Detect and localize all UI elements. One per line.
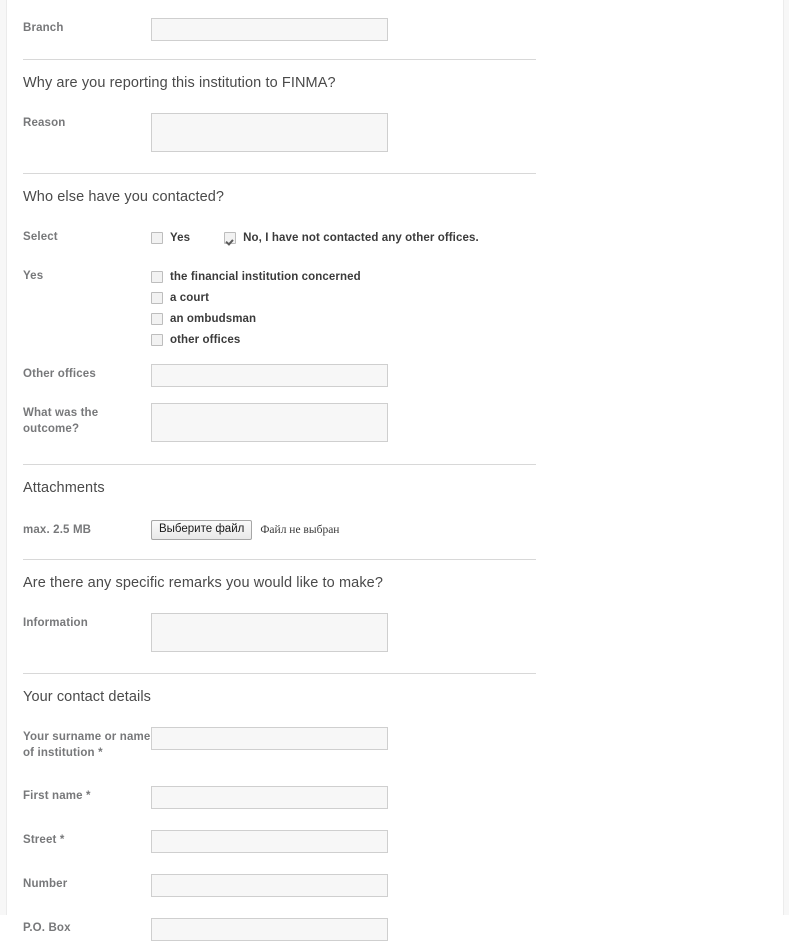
checkbox-option-court[interactable]: a court: [151, 287, 536, 308]
field-row-street: Street *: [23, 830, 536, 853]
checkbox-icon-no[interactable]: [224, 231, 237, 244]
surname-input[interactable]: [151, 727, 388, 750]
first-name-input[interactable]: [151, 786, 388, 809]
checkbox-label-no: No, I have not contacted any other offic…: [243, 231, 479, 244]
surname-control: [151, 727, 536, 750]
page-right-gutter: [783, 0, 789, 915]
other-offices-control: [151, 364, 536, 387]
street-label: Street *: [23, 834, 65, 846]
other-offices-label: Other offices: [23, 368, 96, 380]
separator-after-attachments: [23, 559, 536, 560]
field-row-reason: Reason: [23, 113, 536, 152]
form-page: Branch Why are you reporting this instit…: [0, 0, 789, 941]
separator-after-remarks: [23, 673, 536, 674]
yes-options-group: the financial institution concerned a co…: [151, 266, 536, 350]
reason-control: [151, 113, 536, 152]
section-heading-contacted: Who else have you contacted?: [23, 189, 225, 205]
checkbox-label-court: a court: [170, 291, 210, 304]
separator-after-contacted: [23, 464, 536, 465]
checkbox-option-other-offices[interactable]: other offices: [151, 329, 536, 350]
select-options-group: Yes No, I have not contacted any other o…: [151, 227, 536, 248]
field-row-yes-options: Yes the financial institution concerned …: [23, 266, 536, 350]
branch-input[interactable]: [151, 18, 388, 41]
number-label: Number: [23, 878, 68, 890]
checkbox-label-financial-institution: the financial institution concerned: [170, 270, 361, 283]
separator-after-branch: [23, 59, 536, 60]
field-row-first-name: First name *: [23, 786, 536, 809]
po-box-input[interactable]: [151, 918, 388, 941]
checkbox-label-ombudsman: an ombudsman: [170, 312, 257, 325]
other-offices-input[interactable]: [151, 364, 388, 387]
field-row-number: Number: [23, 874, 536, 897]
checkbox-icon-ombudsman[interactable]: [151, 312, 163, 325]
select-label: Select: [23, 231, 58, 243]
information-control: [151, 613, 536, 652]
outcome-label: What was the outcome?: [23, 407, 99, 435]
first-name-label: First name *: [23, 790, 91, 802]
section-heading-contact-details: Your contact details: [23, 689, 152, 705]
checkbox-label-yes: Yes: [170, 231, 191, 244]
checkbox-icon-court[interactable]: [151, 291, 163, 304]
information-textarea[interactable]: [151, 613, 388, 652]
branch-label: Branch: [23, 22, 64, 34]
checkbox-icon-other-offices[interactable]: [151, 333, 163, 346]
field-row-other-offices: Other offices: [23, 364, 536, 387]
reason-textarea[interactable]: [151, 113, 388, 152]
file-status-text: Файл не выбран: [260, 524, 340, 536]
street-input[interactable]: [151, 830, 388, 853]
field-row-outcome: What was the outcome?: [23, 403, 536, 442]
branch-control: [151, 18, 536, 41]
file-upload-control: Выберите файл Файл не выбран: [151, 520, 536, 540]
checkbox-icon-financial-institution[interactable]: [151, 270, 163, 283]
section-heading-remarks: Are there any specific remarks you would…: [23, 575, 383, 591]
reason-label: Reason: [23, 117, 66, 129]
street-control: [151, 830, 536, 853]
field-row-select: Select Yes No, I have not contacted any …: [23, 227, 536, 248]
information-label: Information: [23, 617, 88, 629]
section-heading-attachments: Attachments: [23, 480, 105, 496]
finma-report-form: Branch Why are you reporting this instit…: [23, 0, 536, 941]
checkbox-icon-yes[interactable]: [151, 231, 163, 244]
checkbox-option-no[interactable]: No, I have not contacted any other offic…: [224, 227, 479, 248]
page-left-gutter: [0, 0, 7, 915]
yes-label: Yes: [23, 270, 44, 282]
po-box-control: [151, 918, 536, 941]
po-box-label: P.O. Box: [23, 922, 71, 934]
max-size-label: max. 2.5 MB: [23, 524, 92, 536]
number-control: [151, 874, 536, 897]
checkbox-label-other-offices: other offices: [170, 333, 241, 346]
checkbox-option-yes[interactable]: Yes: [151, 227, 190, 248]
choose-file-button[interactable]: Выберите файл: [151, 520, 253, 540]
surname-label: Your surname or name of institution *: [23, 731, 151, 759]
separator-after-reason: [23, 173, 536, 174]
field-row-po-box: P.O. Box: [23, 918, 536, 941]
checkbox-option-financial-institution[interactable]: the financial institution concerned: [151, 266, 536, 287]
field-row-information: Information: [23, 613, 536, 652]
field-row-attachment: max. 2.5 MB Выберите файл Файл не выбран: [23, 520, 536, 540]
section-heading-reason: Why are you reporting this institution t…: [23, 75, 336, 91]
checkbox-option-ombudsman[interactable]: an ombudsman: [151, 308, 536, 329]
field-row-branch: Branch: [23, 18, 536, 41]
first-name-control: [151, 786, 536, 809]
outcome-control: [151, 403, 536, 442]
outcome-textarea[interactable]: [151, 403, 388, 442]
field-row-surname: Your surname or name of institution *: [23, 727, 536, 761]
number-input[interactable]: [151, 874, 388, 897]
